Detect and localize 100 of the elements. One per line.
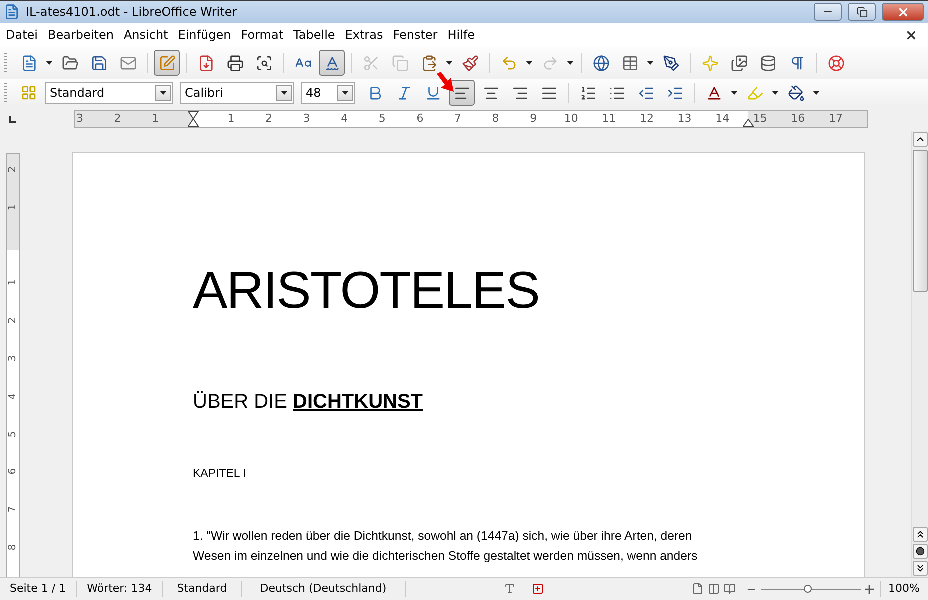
paragraph-style-dropdown[interactable]: Standard bbox=[45, 82, 173, 104]
ruler-number: 1 bbox=[8, 278, 18, 288]
zoom-in-icon[interactable] bbox=[864, 584, 874, 594]
dropdown-button[interactable] bbox=[276, 85, 292, 101]
book-view-icon[interactable] bbox=[724, 583, 736, 595]
envelope-icon bbox=[120, 54, 136, 72]
caret-icon bbox=[280, 91, 288, 95]
zoom-slider-thumb[interactable] bbox=[804, 584, 812, 592]
ruler-number: 6 bbox=[8, 468, 18, 478]
ruler-number: 17 bbox=[829, 111, 843, 127]
menu-item[interactable]: Tabelle bbox=[290, 28, 342, 42]
copy-icon bbox=[392, 54, 408, 72]
ruler-number: 15 bbox=[753, 111, 768, 127]
dropdown-button[interactable] bbox=[155, 85, 171, 101]
underline-icon bbox=[424, 84, 442, 102]
caret-icon bbox=[160, 91, 166, 95]
indent-marker-icon[interactable] bbox=[188, 111, 199, 127]
scroll-up-button[interactable] bbox=[912, 132, 928, 147]
undo-icon bbox=[500, 54, 518, 72]
insert-mode-icon[interactable] bbox=[504, 583, 516, 595]
page-style: Standard bbox=[163, 581, 242, 597]
menu-item[interactable]: Fenster bbox=[389, 28, 444, 42]
ruler-number: 1 bbox=[8, 203, 18, 212]
auto-spellcheck-button[interactable] bbox=[319, 50, 345, 76]
menu-item[interactable]: Bearbeiten bbox=[44, 28, 120, 42]
menu-item[interactable]: Ansicht bbox=[120, 28, 174, 42]
caret-icon bbox=[526, 61, 533, 65]
ruler-number: 5 bbox=[8, 430, 18, 440]
pen-icon bbox=[662, 54, 680, 72]
database-icon bbox=[760, 54, 776, 72]
auto-spellcheck-icon bbox=[324, 54, 340, 72]
body-paragraph: 1. "Wir wollen reden über die Dichtkunst, sowohl an (1447a) sich, wie über ihre Arten, deren Wesen im einzelnen und wie die dichterischen Stoffe gestaltet werden müssen, wenn anders bbox=[193, 528, 699, 565]
document-icon bbox=[20, 54, 38, 72]
grid-icon bbox=[21, 85, 37, 101]
redo-icon bbox=[542, 54, 558, 72]
ruler-number: 2 bbox=[266, 111, 272, 127]
scrollbar-thumb[interactable] bbox=[912, 150, 928, 292]
pencil-icon bbox=[158, 54, 176, 72]
clipboard-icon bbox=[420, 54, 438, 72]
arrow-annotation bbox=[436, 72, 456, 94]
document-modified-icon[interactable] bbox=[532, 583, 544, 595]
single-page-icon[interactable] bbox=[692, 583, 704, 595]
ruler-number: 6 bbox=[416, 111, 424, 127]
ruler-number: 2 bbox=[8, 165, 18, 175]
align-left-button[interactable] bbox=[449, 80, 475, 106]
close-icon bbox=[896, 6, 910, 18]
two-pages-icon[interactable] bbox=[708, 583, 720, 595]
close-icon[interactable] bbox=[905, 28, 918, 42]
highlighter-icon bbox=[746, 84, 764, 102]
menu-item[interactable]: Hilfe bbox=[444, 28, 482, 42]
ruler-number: 9 bbox=[530, 111, 538, 127]
ruler-number: 5 bbox=[378, 111, 386, 127]
menu-item[interactable]: Extras bbox=[341, 28, 390, 42]
document-title: ARISTOTELES bbox=[193, 261, 540, 321]
ruler-number: 3 bbox=[303, 111, 310, 127]
ruler-number: 4 bbox=[341, 111, 348, 127]
numbered-list-icon bbox=[580, 84, 596, 102]
star-icon bbox=[702, 54, 718, 72]
menu-item[interactable]: Format bbox=[237, 28, 290, 42]
menu-item[interactable]: Einfügen bbox=[174, 28, 238, 42]
document-icon bbox=[4, 4, 20, 20]
font-size-dropdown[interactable]: 48 bbox=[301, 82, 355, 104]
word-count: Wörter: 134 bbox=[77, 581, 164, 597]
ruler-number: 7 bbox=[8, 506, 18, 515]
font-color-icon bbox=[706, 84, 722, 102]
close-button[interactable] bbox=[882, 3, 924, 21]
ruler-number: 3 bbox=[76, 111, 84, 127]
folder-icon bbox=[62, 54, 78, 72]
menu-item[interactable]: Datei bbox=[2, 28, 44, 42]
paintbrush-icon bbox=[462, 54, 478, 72]
printer-icon bbox=[226, 54, 244, 72]
navigation-button[interactable] bbox=[912, 544, 928, 559]
paint-bucket-icon bbox=[788, 84, 804, 102]
minimize-button[interactable] bbox=[814, 3, 842, 21]
previous-page-button[interactable] bbox=[912, 527, 928, 542]
next-page-button[interactable] bbox=[912, 561, 928, 576]
ruler-number: 2 bbox=[8, 316, 18, 326]
right-indent-marker-icon[interactable] bbox=[743, 119, 754, 127]
ruler-number: 8 bbox=[8, 543, 18, 553]
ruler-number: 12 bbox=[640, 111, 654, 127]
zoom-percentage: 100% bbox=[880, 581, 928, 597]
ruler-number: 4 bbox=[8, 392, 18, 402]
pencil-button[interactable] bbox=[154, 50, 180, 76]
font-name-dropdown[interactable]: Calibri bbox=[180, 82, 294, 104]
circle-icon bbox=[916, 547, 924, 556]
ruler-number: 16 bbox=[791, 111, 806, 127]
ruler-number: 1 bbox=[152, 111, 160, 127]
restore-button[interactable] bbox=[848, 3, 876, 21]
caret-icon bbox=[446, 61, 453, 65]
ruler-number: 8 bbox=[492, 111, 500, 127]
caret-icon bbox=[567, 61, 574, 65]
globe-icon bbox=[592, 54, 610, 72]
document-heading: ÜBER DIE DICHTKUNST bbox=[193, 391, 424, 414]
tab-stop-icon[interactable] bbox=[9, 116, 16, 122]
window-title: IL-ates4101.odt - LibreOffice Writer bbox=[26, 5, 238, 19]
caret-icon bbox=[647, 61, 654, 65]
dropdown-button[interactable] bbox=[337, 85, 353, 101]
scissors-icon bbox=[362, 54, 380, 72]
ruler-number: 1 bbox=[228, 111, 235, 127]
language: Deutsch (Deutschland) bbox=[242, 581, 406, 597]
